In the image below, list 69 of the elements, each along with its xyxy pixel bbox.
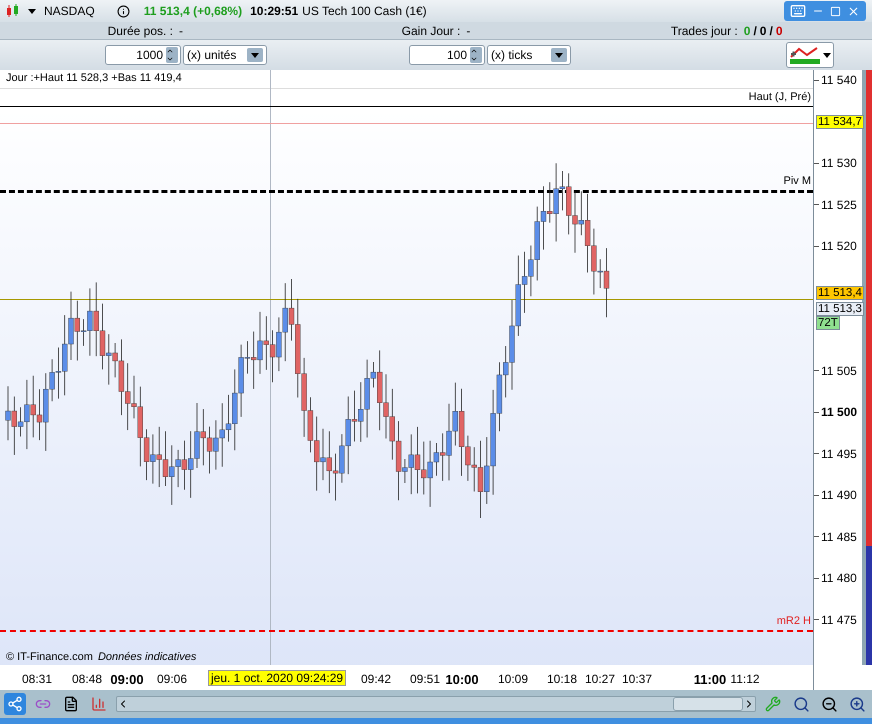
share-button[interactable]	[4, 693, 26, 715]
quantity-field[interactable]: 100	[409, 45, 485, 65]
trade-count: 0	[744, 24, 750, 38]
caret-icon	[251, 52, 259, 58]
level-label: Piv M	[784, 175, 811, 187]
time-tick-label: 11:12	[730, 672, 760, 686]
price-tick-label: 11 525	[821, 198, 857, 212]
indicator-button[interactable]	[786, 42, 834, 68]
close-icon[interactable]	[847, 4, 860, 18]
price-tick-label: 11 480	[821, 571, 857, 585]
stat-label: Trades jour :	[670, 24, 738, 38]
spinner-icon[interactable]	[470, 47, 482, 63]
info-icon[interactable]	[116, 4, 130, 18]
price-tick-label: 11 500	[821, 405, 858, 419]
unit-dropdown[interactable]: (x) ticks	[487, 45, 571, 65]
time-tick-label: 10:18	[546, 672, 578, 686]
caret-icon	[555, 52, 563, 58]
time-tick-label: 09:00	[110, 672, 144, 687]
indicator-chart-icon	[789, 45, 821, 65]
price-tag: 11 513,4	[816, 286, 864, 300]
separator-text: /	[753, 24, 757, 38]
stat-value: -	[466, 24, 470, 38]
unit-dropdown[interactable]: (x) unités	[183, 45, 267, 65]
price-tick-label: 11 520	[821, 239, 857, 253]
chart-header: Jour :+Haut 11 528,3 +Bas 11 419,4	[6, 72, 182, 84]
price-tick-label: 11 530	[821, 156, 857, 170]
instrument-name[interactable]: NASDAQ	[44, 4, 95, 18]
price-tick-label: 11 475	[821, 612, 857, 626]
maximize-icon[interactable]	[830, 6, 841, 16]
price-tag: 72T	[816, 316, 840, 330]
trade-count: 0	[760, 24, 766, 38]
stat-value: -	[179, 24, 184, 38]
separator-text: /	[769, 24, 773, 38]
price-tick-label: 11 485	[821, 530, 857, 544]
price-tick-label: 11 490	[821, 488, 857, 502]
price-tag: 11 534,7	[816, 115, 864, 129]
caret-icon	[823, 52, 831, 58]
time-tick-label: 09:51	[410, 672, 440, 686]
stat-label: Durée pos. :	[108, 24, 174, 38]
time-tick-label: 10:00	[445, 672, 479, 687]
current-time: 10:29:51	[250, 4, 298, 18]
trade-count: 0	[776, 24, 783, 38]
caret-icon[interactable]	[28, 8, 36, 14]
keyboard-icon[interactable]	[790, 3, 806, 19]
quantity-field[interactable]: 1000	[105, 45, 181, 65]
horizontal-scrollbar[interactable]	[116, 696, 756, 712]
time-tick-label: 10:37	[622, 672, 652, 686]
stat-label: Gain Jour :	[402, 24, 460, 38]
disclaimer-text: Données indicatives	[98, 651, 196, 663]
level-label: mR2 H	[776, 615, 811, 627]
candlestick-icon[interactable]	[6, 4, 20, 18]
level-label: Haut (J, Pré)	[748, 91, 811, 103]
price-tick-label: 11 495	[821, 446, 857, 460]
crosshair-date-label: jeu. 1 oct. 2020 09:24:29	[208, 670, 346, 686]
price-tick-label: 11 505	[821, 364, 857, 378]
instrument-title: US Tech 100 Cash (1€)	[302, 4, 427, 18]
scroll-thumb[interactable]	[673, 697, 743, 711]
time-tick-label: 11:00	[694, 672, 726, 687]
time-tick-label: 09:06	[156, 672, 188, 686]
time-tick-label: 08:31	[22, 672, 52, 686]
spinner-icon[interactable]	[166, 47, 178, 63]
price-tick-label: 11 540	[821, 73, 857, 87]
time-tick-label: 08:48	[72, 672, 102, 686]
time-tick-label: 09:42	[360, 672, 392, 686]
time-tick-label: 10:09	[498, 672, 528, 686]
time-tick-label: 10:27	[584, 672, 616, 686]
copyright-text: © IT-Finance.com	[6, 651, 93, 663]
price-tag: 11 513,3	[816, 302, 864, 316]
instrument-price: 11 513,4 (+0,68%)	[144, 4, 242, 18]
